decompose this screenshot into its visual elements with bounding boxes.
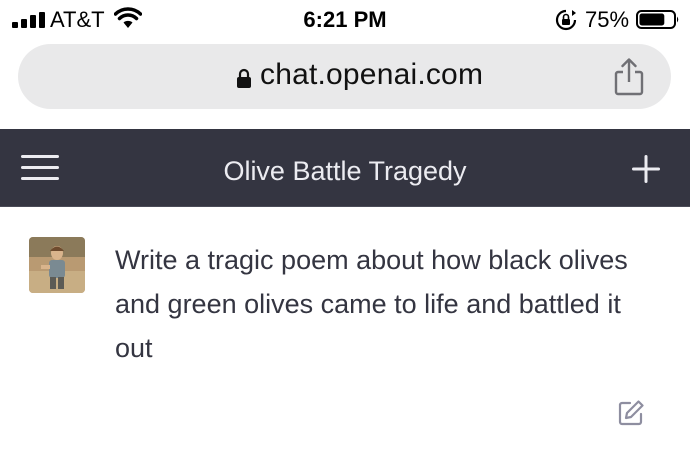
- new-chat-plus-icon[interactable]: [630, 153, 662, 185]
- edit-icon[interactable]: [617, 399, 645, 427]
- rotation-lock-icon: [555, 9, 577, 31]
- user-avatar: [29, 237, 85, 293]
- lock-icon: [237, 68, 251, 88]
- user-message: Write a tragic poem about how black oliv…: [115, 245, 628, 363]
- battery-icon: [636, 10, 679, 29]
- status-bar: AT&T 6:21 PM 75%: [0, 0, 690, 38]
- url-text[interactable]: chat.openai.com: [260, 58, 483, 92]
- chat-header: Olive Battle Tragedy: [0, 129, 690, 207]
- conversation-title: Olive Battle Tragedy: [223, 156, 467, 186]
- share-icon[interactable]: [613, 58, 645, 96]
- address-bar[interactable]: chat.openai.com: [18, 44, 671, 109]
- battery-fill: [639, 13, 665, 26]
- battery-percent: 75%: [585, 7, 630, 32]
